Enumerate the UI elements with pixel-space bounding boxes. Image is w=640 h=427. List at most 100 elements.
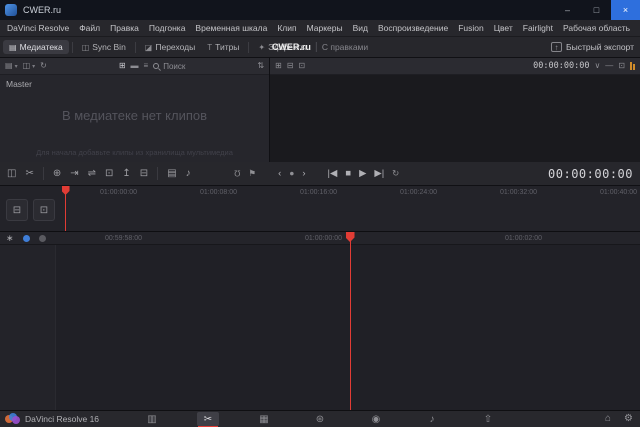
menu-item-playback[interactable]: Воспроизведение: [373, 20, 453, 37]
viewer-fullscreen-icon[interactable]: ⊡: [298, 62, 305, 70]
audio-track-indicator-icon[interactable]: [39, 235, 46, 242]
menu-item-davinci-resolve[interactable]: DaVinci Resolve: [2, 20, 74, 37]
titles-icon: T: [207, 43, 212, 52]
toolbar-separator: [135, 42, 136, 53]
go-to-start-button[interactable]: |◀: [328, 169, 338, 179]
project-manager-home-icon[interactable]: ⌂: [605, 414, 611, 424]
viewer-canvas[interactable]: [270, 75, 640, 162]
clip-color-palette-icon[interactable]: ∗: [6, 234, 14, 243]
loop-button[interactable]: ↻: [392, 169, 399, 178]
menu-item-trim[interactable]: Подгонка: [144, 20, 191, 37]
stop-button[interactable]: ■: [345, 169, 351, 179]
razor-tool-icon[interactable]: ✂: [25, 169, 33, 179]
media-pool-toggle[interactable]: ▤ Медиатека: [3, 40, 69, 54]
mini-playhead-handle[interactable]: [62, 186, 70, 195]
timeline-playhead[interactable]: [350, 232, 351, 410]
menu-item-clip[interactable]: Клип: [272, 20, 301, 37]
sort-icon[interactable]: ⇅: [257, 62, 264, 70]
media-pool-empty-hint: Для начала добавьте клипы из хранилища м…: [0, 148, 269, 157]
add-bin-icon[interactable]: ◫: [23, 62, 31, 70]
viewer-minimize-icon[interactable]: —: [605, 62, 613, 70]
ruler-tick: 00:59:58:00: [105, 235, 142, 242]
timeline-ruler[interactable]: 00:59:58:00 01:00:00:00 01:00:02:00: [0, 232, 640, 245]
viewer-timeline-mode-icon[interactable]: ⊟: [287, 62, 294, 70]
append-to-end-icon[interactable]: ⇥: [70, 169, 78, 179]
sync-bin-toggle[interactable]: ◫ Sync Bin: [76, 40, 132, 54]
chevron-down-icon: ▾: [15, 63, 18, 70]
page-fairlight-button[interactable]: ♪: [421, 412, 443, 426]
page-edit-button[interactable]: ▦: [253, 412, 275, 426]
toolbar-separator: [157, 167, 158, 180]
page-cut-button[interactable]: ✂: [197, 412, 219, 426]
bin-name[interactable]: Master: [6, 79, 32, 89]
minimize-button[interactable]: –: [553, 0, 582, 20]
titles-toggle[interactable]: T Титры: [201, 40, 245, 54]
ruler-tick: 01:00:08:00: [200, 189, 237, 196]
ripple-overwrite-icon[interactable]: ⇌: [88, 169, 96, 179]
menu-item-mark[interactable]: Маркеры: [302, 20, 348, 37]
place-on-top-icon[interactable]: ↥: [122, 169, 130, 179]
mini-timeline[interactable]: 01:00:00:00 01:00:08:00 01:00:16:00 01:0…: [0, 186, 640, 232]
chevron-down-icon: ▾: [32, 63, 35, 70]
menu-item-color[interactable]: Цвет: [489, 20, 518, 37]
previous-frame-button[interactable]: ‹: [278, 169, 281, 179]
project-status: С правками: [322, 42, 368, 52]
next-frame-button[interactable]: ›: [302, 169, 305, 179]
project-title-area: CWER.ru С правками: [272, 37, 368, 57]
play-button[interactable]: ▶: [359, 169, 366, 179]
viewer-options-icon[interactable]: ∨: [594, 62, 600, 70]
playhead-position-icon[interactable]: ●: [289, 169, 294, 178]
transitions-toggle[interactable]: ◪ Переходы: [139, 40, 201, 54]
menu-item-edit[interactable]: Правка: [105, 20, 144, 37]
maximize-button[interactable]: □: [582, 0, 611, 20]
search-button[interactable]: Поиск: [153, 62, 185, 71]
page-media-button[interactable]: ▥: [141, 412, 163, 426]
track-header-column[interactable]: [0, 245, 56, 410]
insert-still-icon[interactable]: ▤: [167, 169, 176, 179]
audio-level-icon[interactable]: ♪: [186, 169, 191, 179]
menu-item-fairlight[interactable]: Fairlight: [518, 20, 558, 37]
go-to-end-button[interactable]: ▶|: [374, 169, 384, 179]
timeline-view-buttons: ⊟ ⊡: [6, 199, 55, 221]
effects-icon: ✦: [258, 43, 265, 52]
bin-display-icon[interactable]: ▤: [5, 62, 13, 70]
menu-item-fusion[interactable]: Fusion: [453, 20, 489, 37]
menu-item-timeline[interactable]: Временная шкала: [190, 20, 272, 37]
page-deliver-button[interactable]: ⇧: [477, 412, 499, 426]
menu-item-help[interactable]: Справка: [635, 20, 640, 37]
smart-insert-icon[interactable]: ⊕: [53, 169, 61, 179]
list-view-icon[interactable]: ≡: [144, 62, 149, 70]
page-fusion-button[interactable]: ⊛: [309, 412, 331, 426]
menu-item-file[interactable]: Файл: [74, 20, 105, 37]
settings-gear-icon[interactable]: ⚙: [624, 414, 633, 424]
thumbnail-view-icon[interactable]: ⊞: [119, 62, 126, 70]
quick-export-icon: ↑: [551, 42, 562, 52]
zoomed-view-button[interactable]: ⊡: [33, 199, 55, 221]
refresh-icon[interactable]: ↻: [40, 62, 47, 70]
search-label: Поиск: [163, 62, 185, 71]
strip-view-icon[interactable]: ▬: [131, 62, 139, 70]
timeline[interactable]: 00:59:58:00 01:00:00:00 01:00:02:00 ∗: [0, 232, 640, 410]
close-button[interactable]: ×: [611, 0, 640, 20]
menu-item-workspace[interactable]: Рабочая область: [558, 20, 635, 37]
ruler-tick: 01:00:32:00: [500, 189, 537, 196]
close-up-icon[interactable]: ⊡: [105, 169, 113, 179]
video-track-indicator-icon[interactable]: [23, 235, 30, 242]
snap-icon[interactable]: Ω: [234, 169, 240, 178]
flag-icon[interactable]: ⚑: [248, 169, 256, 178]
viewer-timecode: 00:00:00:00: [533, 61, 589, 71]
menu-item-view[interactable]: Вид: [348, 20, 373, 37]
viewer-expand-icon[interactable]: ⊡: [618, 62, 625, 70]
viewer-source-mode-icon[interactable]: ⊞: [275, 62, 282, 70]
trim-tool-icon[interactable]: ◫: [7, 169, 16, 179]
mini-playhead[interactable]: [65, 186, 66, 231]
quick-export-button[interactable]: ↑ Быстрый экспорт: [551, 37, 634, 57]
toolbar-separator: [248, 42, 249, 53]
page-bar: DaVinci Resolve 16 ▥ ✂ ▦ ⊛ ◉ ♪ ⇧ ⌂ ⚙: [0, 410, 640, 427]
page-color-button[interactable]: ◉: [365, 412, 387, 426]
audio-meters-icon[interactable]: [630, 62, 635, 70]
sync-bin-label: Sync Bin: [92, 42, 126, 52]
full-timeline-view-button[interactable]: ⊟: [6, 199, 28, 221]
source-overwrite-icon[interactable]: ⊟: [140, 169, 148, 179]
timeline-track-options: ∗: [6, 232, 46, 245]
